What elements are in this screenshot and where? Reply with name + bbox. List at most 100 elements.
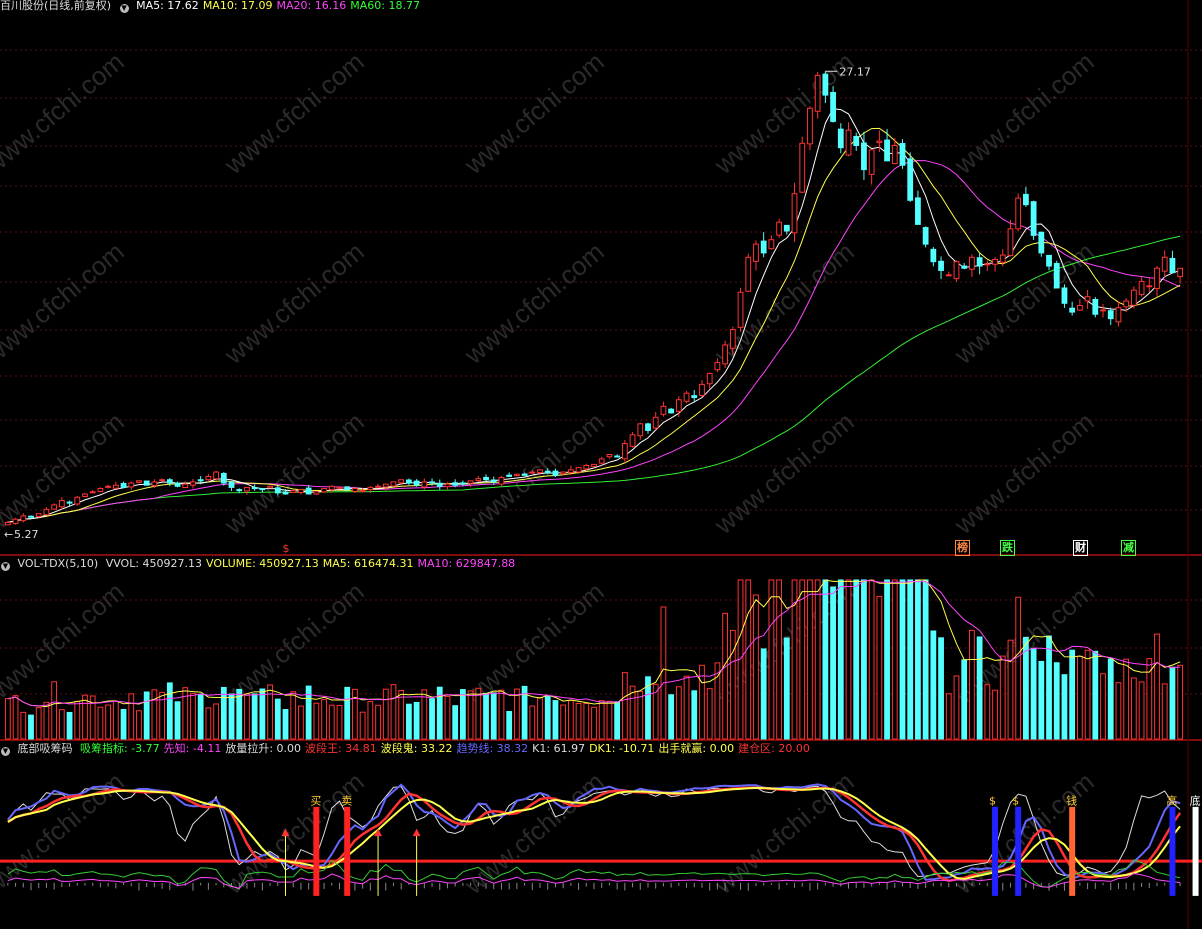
candle <box>945 271 952 277</box>
candle-body <box>298 489 304 494</box>
candle-body <box>907 158 914 201</box>
candle <box>760 232 767 258</box>
volume-bar <box>629 685 636 740</box>
signal-bar-label: 高 <box>1166 794 1177 808</box>
candle <box>205 473 212 482</box>
indicator-panel-header: ▼ 底部吸筹码 吸筹指标: -3.77 先知: -4.11 放量拉升: 0.00 波段… <box>0 742 818 756</box>
candle-body <box>436 482 443 487</box>
volume-bar <box>513 688 520 740</box>
indicator-value: 吸筹指标: -3.77 <box>80 742 160 755</box>
watermark-text: www.cfchi.com <box>218 406 370 540</box>
volume-bar <box>830 586 836 740</box>
candle <box>753 240 759 271</box>
volume-bar <box>1177 664 1184 740</box>
candle-body <box>544 470 551 474</box>
volume-bar <box>814 579 821 740</box>
candle-body <box>899 143 906 166</box>
volume-bar <box>915 579 921 740</box>
candle-body <box>97 487 104 493</box>
candle-body <box>822 73 829 96</box>
candle <box>652 412 659 431</box>
candle <box>645 422 651 434</box>
candle <box>498 476 505 486</box>
candle <box>1084 289 1091 309</box>
settings-icon[interactable]: ▼ <box>1 747 10 756</box>
indicator-value: 波段王: 34.81 <box>305 742 377 755</box>
volume-bar <box>51 681 58 740</box>
candle-body <box>159 479 165 482</box>
volume-bar <box>390 684 397 740</box>
signal-bar-label: 买 <box>310 795 321 808</box>
candle-body <box>459 482 466 485</box>
volume-bar <box>1169 666 1176 740</box>
candle-body <box>760 240 767 254</box>
candle <box>629 432 636 448</box>
volume-bar <box>969 629 975 740</box>
candle-body <box>506 474 513 477</box>
signal-bar <box>344 806 351 896</box>
candle-body <box>429 481 435 484</box>
volume-bar <box>552 700 559 740</box>
candle <box>105 484 112 489</box>
volume-bar <box>683 675 690 740</box>
candle-body <box>444 483 451 488</box>
candle-body <box>668 408 675 414</box>
stock-chart[interactable]: www.cfchi.com www.cfchi.com www.cfchi.com w… <box>0 0 1202 929</box>
volume-bar <box>58 709 65 740</box>
volume-bar <box>336 704 343 740</box>
candle <box>120 481 127 489</box>
candle <box>1115 301 1122 327</box>
volume-bar <box>1038 660 1045 740</box>
candle-body <box>166 479 173 484</box>
candle-body <box>830 91 836 122</box>
candle-body <box>637 423 644 437</box>
candle <box>776 218 782 238</box>
volume-bar <box>668 694 675 740</box>
volume-bar <box>722 612 729 740</box>
volume-bar <box>321 699 327 740</box>
watermark-text: www.cfchi.com <box>948 236 1100 370</box>
volume-bar <box>205 707 212 740</box>
dollar-mark: $ <box>283 542 290 555</box>
candle <box>190 478 196 489</box>
volume-bar <box>274 698 281 740</box>
volume-bar <box>822 579 829 740</box>
candle-body <box>598 458 605 464</box>
candle-body <box>1123 300 1130 308</box>
volume-bar <box>452 705 459 740</box>
volume-bar <box>382 688 389 740</box>
indicator-value: VOLUME: 450927.13 <box>206 557 319 570</box>
volume-bar <box>753 594 759 740</box>
candle-body <box>344 486 351 491</box>
volume-bar <box>228 693 235 740</box>
candle-body <box>930 248 937 263</box>
candle-body <box>467 480 474 484</box>
settings-icon[interactable]: ▼ <box>1 562 10 571</box>
volume-bar <box>105 704 112 740</box>
volume-bar <box>1100 673 1106 740</box>
candle-body <box>969 256 975 270</box>
volume-bar <box>899 579 906 740</box>
volume-bar <box>406 703 412 740</box>
volume-bar <box>467 690 474 740</box>
signal-bar-label: $ <box>1012 795 1019 808</box>
candle <box>884 129 890 162</box>
signal-bar-label: $ <box>989 795 996 808</box>
volume-bar <box>267 684 273 740</box>
candle-body <box>43 508 50 516</box>
candle <box>74 495 81 506</box>
volume-bar <box>220 686 227 740</box>
candle <box>136 480 142 484</box>
volume-bar <box>498 689 505 740</box>
settings-icon[interactable]: ▼ <box>119 4 129 13</box>
candle-body <box>1007 228 1014 257</box>
volume-bar <box>143 691 150 740</box>
candle <box>1100 304 1106 318</box>
candle-body <box>652 416 659 429</box>
signal-bar-label: 卖 <box>341 795 352 808</box>
candle <box>89 490 96 494</box>
candle <box>12 517 19 525</box>
candle-body <box>4 521 11 526</box>
candle-body <box>953 261 960 280</box>
candle <box>1069 301 1076 316</box>
